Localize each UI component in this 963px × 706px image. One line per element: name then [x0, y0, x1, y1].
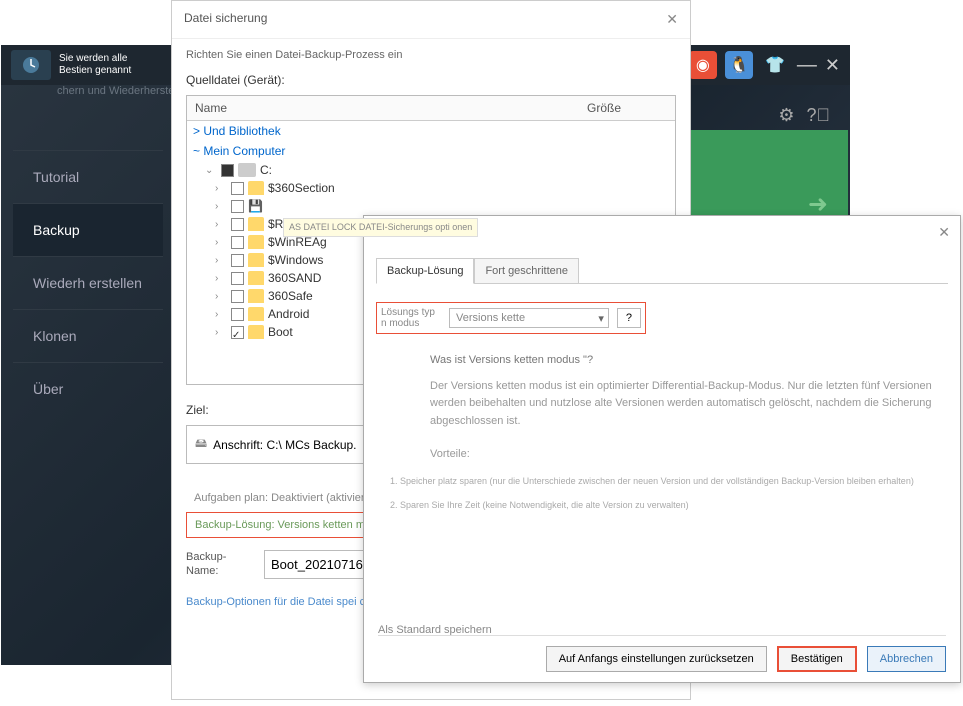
folder-icon [248, 325, 264, 339]
solution-dialog: ✕ Backup-Lösung Fort geschrittene Lösung… [363, 215, 961, 683]
advantage-1: 1. Speicher platz sparen (nur die Unters… [390, 474, 948, 488]
tree-folder[interactable]: ›$360Section [187, 179, 675, 197]
folder-icon [248, 181, 264, 195]
solution-select-row: Lösungs typ n modus Versions kette ? [376, 302, 646, 334]
tree-computer[interactable]: ~ Mein Computer [187, 141, 675, 161]
sidebar-tutorial[interactable]: Tutorial [13, 150, 163, 203]
app-title: Sie werden alle Bestien genannt [59, 53, 131, 77]
sidebar: Tutorial Backup Wiederh erstellen Klonen… [13, 150, 163, 415]
chevron-right-icon[interactable]: › [215, 291, 227, 302]
drive-icon [238, 163, 256, 177]
advantages-label: Vorteile: [430, 446, 948, 464]
help-button[interactable]: ? [617, 308, 641, 328]
close-icon[interactable]: ✕ [825, 55, 840, 76]
backup-name-label: Backup-Name: [186, 551, 256, 577]
tree-header-size[interactable]: Größe [587, 101, 667, 115]
sidebar-restore[interactable]: Wiederh erstellen [13, 256, 163, 309]
help-question: Was ist Versions ketten modus "? [430, 352, 948, 370]
solution-dropdown[interactable]: Versions kette [449, 308, 609, 328]
chevron-right-icon[interactable]: › [215, 273, 227, 284]
checkbox-checked[interactable] [231, 326, 244, 339]
checkbox[interactable] [231, 254, 244, 267]
checkbox[interactable] [231, 308, 244, 321]
help-body: Der Versions ketten modus ist ein optimi… [430, 378, 948, 431]
reset-button[interactable]: Auf Anfangs einstellungen zurücksetzen [546, 646, 767, 672]
checkbox[interactable] [231, 290, 244, 303]
checkbox[interactable] [231, 218, 244, 231]
floppy-icon: 💾 [248, 199, 264, 213]
folder-icon [248, 289, 264, 303]
tree-folder[interactable]: ›💾 [187, 197, 675, 215]
dialog-close-icon[interactable]: ✕ [666, 11, 678, 28]
sidebar-about[interactable]: Über [13, 362, 163, 415]
checkbox[interactable] [231, 200, 244, 213]
app-logo [11, 50, 51, 80]
sidebar-clone[interactable]: Klonen [13, 309, 163, 362]
folder-icon [248, 307, 264, 321]
tray-icon-3[interactable]: 👕 [761, 51, 789, 79]
chevron-right-icon[interactable]: › [215, 201, 227, 212]
chevron-right-icon[interactable]: › [215, 327, 227, 338]
advantage-2: 2. Sparen Sie Ihre Zeit (keine Notwendig… [390, 498, 948, 512]
checkbox[interactable] [231, 272, 244, 285]
sidebar-backup[interactable]: Backup [13, 203, 163, 256]
cancel-button[interactable]: Abbrechen [867, 646, 946, 672]
chevron-down-icon[interactable]: ⌄ [205, 165, 217, 176]
tabs: Backup-Lösung Fort geschrittene [376, 258, 948, 284]
tooltip: AS DATEI LOCK DATEI-Sicherungs opti onen [283, 218, 478, 237]
tree-drive-c[interactable]: ⌄ C: [187, 161, 675, 179]
dialog-title: Datei sicherung [184, 11, 267, 28]
folder-icon [248, 235, 264, 249]
source-label: Quelldatei (Gerät): [186, 73, 676, 87]
chevron-right-icon[interactable]: › [215, 255, 227, 266]
tray-icon-2[interactable]: 🐧 [725, 51, 753, 79]
chevron-right-icon[interactable]: › [215, 183, 227, 194]
folder-icon [248, 253, 264, 267]
minimize-icon[interactable]: — [797, 54, 817, 77]
tab-backup-solution[interactable]: Backup-Lösung [376, 258, 474, 284]
drive-icon: 🖴 [195, 434, 207, 455]
chevron-right-icon[interactable]: › [215, 237, 227, 248]
solution-type-label: Lösungs typ n modus [381, 307, 441, 329]
tray-icon-1[interactable]: ◉ [689, 51, 717, 79]
folder-icon [248, 217, 264, 231]
checkbox[interactable] [231, 182, 244, 195]
chevron-right-icon[interactable]: › [215, 309, 227, 320]
chevron-right-icon[interactable]: › [215, 219, 227, 230]
folder-icon [248, 271, 264, 285]
confirm-button[interactable]: Bestätigen [777, 646, 857, 672]
help-icon[interactable]: ?⃝ [806, 105, 830, 126]
gear-icon[interactable]: ⚙ [778, 105, 794, 126]
checkbox-drive[interactable] [221, 164, 234, 177]
tree-header-name[interactable]: Name [195, 101, 587, 115]
tab-advanced[interactable]: Fort geschrittene [474, 258, 579, 283]
checkbox[interactable] [231, 236, 244, 249]
dialog-instruction: Richten Sie einen Datei-Backup-Prozess e… [186, 49, 676, 61]
tree-library[interactable]: > Und Bibliothek [187, 121, 675, 141]
